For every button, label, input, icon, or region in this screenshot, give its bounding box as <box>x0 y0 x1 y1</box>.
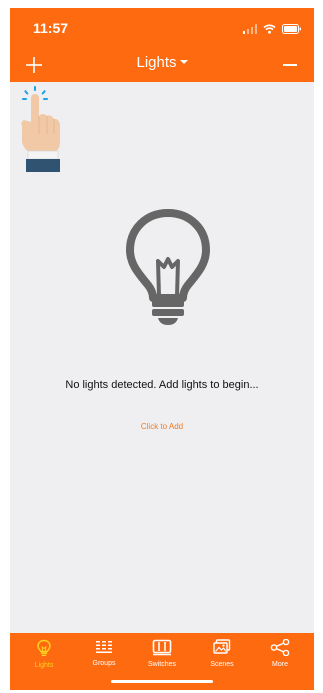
scenes-icon <box>213 639 231 654</box>
app-screen: 11:57 Lights No lights detected. Add lig… <box>10 8 314 690</box>
lights-title-dropdown[interactable]: Lights <box>10 54 314 71</box>
minus-icon <box>283 64 297 66</box>
home-indicator <box>111 680 213 683</box>
tab-scenes[interactable]: Scenes <box>192 639 252 675</box>
page-title: Lights <box>136 54 177 71</box>
click-to-add-link[interactable]: Click to Add <box>10 422 314 431</box>
empty-state-message: No lights detected. Add lights to begin.… <box>65 379 259 391</box>
tab-label: Scenes <box>210 661 234 668</box>
lightbulb-icon <box>126 209 210 325</box>
wifi-icon <box>263 24 276 34</box>
lightbulb-icon <box>37 639 51 656</box>
status-time: 11:57 <box>33 20 69 36</box>
groups-icon <box>96 641 112 653</box>
tab-label: Lights <box>34 662 54 669</box>
tab-label: Groups <box>92 660 116 667</box>
tab-label: More <box>272 661 288 668</box>
share-icon <box>270 639 290 656</box>
tab-groups[interactable]: Groups <box>74 639 134 675</box>
status-icons <box>243 23 302 35</box>
signal-icon <box>243 24 257 34</box>
tab-lights[interactable]: Lights <box>14 639 74 675</box>
switches-icon <box>152 639 172 656</box>
remove-light-button[interactable] <box>280 55 300 75</box>
tab-more[interactable]: More <box>250 639 310 675</box>
top-bar: 11:57 Lights <box>10 8 314 82</box>
caret-down-icon <box>179 60 188 65</box>
battery-icon <box>282 24 301 34</box>
tab-switches[interactable]: Switches <box>132 639 192 675</box>
tab-label: Switches <box>147 661 176 668</box>
tap-hint-hand-icon <box>21 86 60 172</box>
